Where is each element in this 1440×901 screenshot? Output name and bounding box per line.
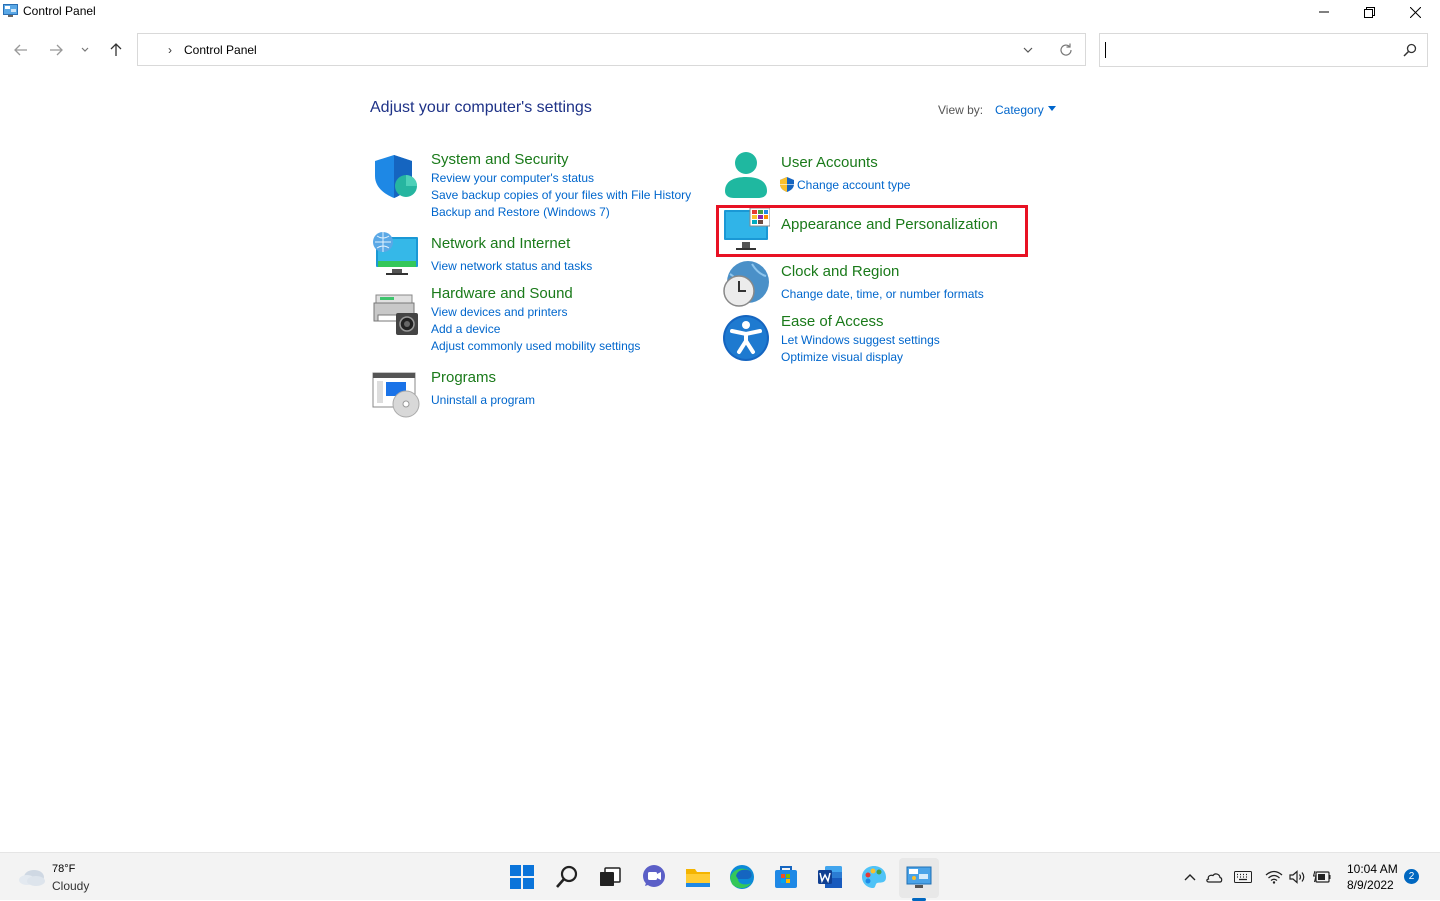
- weather-description[interactable]: Cloudy: [52, 879, 89, 893]
- close-button[interactable]: [1392, 0, 1438, 24]
- battery-button[interactable]: [1313, 868, 1331, 886]
- search-icon[interactable]: [1403, 43, 1417, 57]
- file-explorer-button[interactable]: [684, 863, 712, 891]
- hardware-printer-icon[interactable]: [372, 291, 420, 339]
- ease-of-access-title[interactable]: Ease of Access: [781, 313, 884, 330]
- control-panel-app-icon: [3, 4, 18, 17]
- onedrive-button[interactable]: [1205, 868, 1223, 886]
- chevron-down-icon: [81, 47, 89, 52]
- chevron-up-icon: [1184, 874, 1196, 881]
- view-by-dropdown-arrow-icon[interactable]: [1048, 106, 1056, 111]
- volume-button[interactable]: [1289, 868, 1307, 886]
- view-by-label: View by:: [938, 103, 984, 117]
- recent-locations-button[interactable]: [75, 38, 95, 62]
- start-button[interactable]: [508, 863, 536, 891]
- show-hidden-icons-button[interactable]: [1181, 868, 1199, 886]
- breadcrumb-chevron-icon[interactable]: ›: [168, 43, 172, 57]
- add-device-link[interactable]: Add a device: [431, 322, 500, 336]
- onedrive-cloud-icon: [1206, 873, 1223, 883]
- battery-charging-icon: [1313, 870, 1331, 883]
- back-button[interactable]: [9, 38, 33, 62]
- network-globe-monitor-icon[interactable]: [372, 231, 420, 279]
- review-status-link[interactable]: Review your computer's status: [431, 171, 594, 185]
- clock-date[interactable]: 8/9/2022: [1347, 878, 1394, 892]
- paint-palette-icon: [862, 866, 886, 888]
- clock-region-globe-icon[interactable]: [722, 260, 770, 308]
- hardware-sound-title[interactable]: Hardware and Sound: [431, 285, 573, 302]
- edge-browser-button[interactable]: [728, 863, 756, 891]
- microsoft-store-button[interactable]: [772, 863, 800, 891]
- wifi-button[interactable]: [1265, 868, 1283, 886]
- uac-shield-icon: [780, 177, 794, 192]
- text-caret: [1105, 42, 1106, 58]
- cloudy-weather-icon[interactable]: [18, 865, 46, 887]
- restore-icon: [1363, 6, 1375, 18]
- minimize-button[interactable]: [1301, 0, 1347, 24]
- optimize-display-link[interactable]: Optimize visual display: [781, 350, 903, 364]
- arrow-right-icon: [50, 44, 63, 56]
- clock-region-title[interactable]: Clock and Region: [781, 263, 899, 280]
- change-account-type-link[interactable]: Change account type: [797, 178, 910, 192]
- close-icon: [1409, 6, 1421, 18]
- weather-temperature[interactable]: 78°F: [52, 863, 75, 875]
- notification-badge[interactable]: 2: [1404, 869, 1419, 884]
- paint-button[interactable]: [860, 863, 888, 891]
- restore-button[interactable]: [1346, 0, 1392, 24]
- ease-of-access-icon[interactable]: [722, 314, 770, 362]
- edge-icon: [730, 865, 754, 889]
- highlight-box: [716, 205, 1028, 257]
- date-time-formats-link[interactable]: Change date, time, or number formats: [781, 287, 984, 301]
- system-security-shield-icon[interactable]: [372, 152, 420, 200]
- breadcrumb-control-panel[interactable]: Control Panel: [184, 43, 257, 57]
- address-dropdown-icon[interactable]: [1020, 42, 1036, 58]
- system-security-title[interactable]: System and Security: [431, 151, 569, 168]
- network-internet-title[interactable]: Network and Internet: [431, 235, 570, 252]
- user-accounts-title[interactable]: User Accounts: [781, 154, 878, 171]
- uninstall-program-link[interactable]: Uninstall a program: [431, 393, 535, 407]
- keyboard-input-button[interactable]: [1234, 868, 1252, 886]
- address-bar[interactable]: › Control Panel: [137, 33, 1086, 66]
- up-button[interactable]: [104, 38, 128, 62]
- keyboard-icon: [1234, 871, 1252, 883]
- suggest-settings-link[interactable]: Let Windows suggest settings: [781, 333, 940, 347]
- folder-icon: [686, 869, 710, 887]
- teams-chat-button[interactable]: [640, 863, 668, 891]
- word-button[interactable]: [816, 863, 844, 891]
- clock-time[interactable]: 10:04 AM: [1347, 862, 1398, 876]
- task-view-button[interactable]: [596, 863, 624, 891]
- speaker-icon: [1289, 870, 1305, 884]
- window-title: Control Panel: [23, 4, 96, 18]
- mobility-settings-link[interactable]: Adjust commonly used mobility settings: [431, 339, 640, 353]
- chat-icon: [643, 865, 665, 887]
- control-panel-taskbar-button[interactable]: [905, 863, 933, 891]
- taskbar: 78°F Cloudy 10:04 AM 8/9/2022 2: [0, 852, 1440, 901]
- control-panel-icon: [906, 866, 932, 888]
- store-icon: [775, 866, 797, 888]
- minimize-icon: [1319, 11, 1329, 13]
- title-bar: Control Panel: [0, 0, 1440, 24]
- programs-title[interactable]: Programs: [431, 369, 496, 386]
- page-title: Adjust your computer's settings: [370, 99, 592, 116]
- search-button[interactable]: [553, 863, 581, 891]
- search-input[interactable]: [1099, 33, 1428, 67]
- network-status-link[interactable]: View network status and tasks: [431, 259, 592, 273]
- wifi-icon: [1265, 870, 1283, 884]
- taskbar-search-icon: [556, 865, 578, 888]
- arrow-left-icon: [14, 44, 27, 56]
- programs-disc-icon[interactable]: [372, 370, 420, 418]
- devices-printers-link[interactable]: View devices and printers: [431, 305, 568, 319]
- arrow-up-icon: [110, 43, 122, 56]
- view-by-dropdown[interactable]: Category: [995, 103, 1044, 117]
- file-history-link[interactable]: Save backup copies of your files with Fi…: [431, 188, 691, 202]
- forward-button[interactable]: [44, 38, 68, 62]
- user-accounts-person-icon[interactable]: [722, 151, 770, 199]
- word-icon: [818, 866, 842, 888]
- refresh-icon[interactable]: [1058, 42, 1074, 58]
- task-view-icon: [600, 867, 621, 886]
- backup-restore-link[interactable]: Backup and Restore (Windows 7): [431, 205, 610, 219]
- windows-logo-icon: [510, 865, 534, 889]
